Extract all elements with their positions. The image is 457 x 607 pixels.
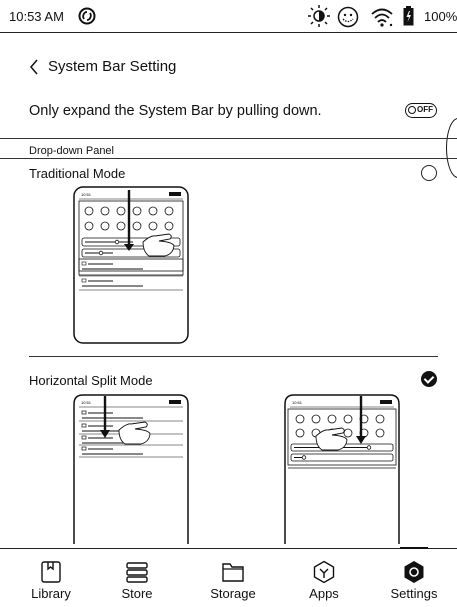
- settings-icon: [404, 561, 424, 583]
- radio-horizontal-split-mode[interactable]: [421, 371, 437, 387]
- section-label: Drop-down Panel: [29, 145, 114, 157]
- mode-label-horizontal-split: Horizontal Split Mode: [29, 373, 153, 388]
- mode-label-traditional: Traditional Mode: [29, 166, 126, 181]
- folder-icon: [222, 563, 244, 582]
- battery-icon: [403, 6, 414, 26]
- nav-item-storage[interactable]: Storage: [193, 549, 273, 607]
- svg-text:10:51: 10:51: [292, 400, 303, 405]
- toggle-knob: [408, 106, 416, 114]
- bottom-nav: Library Store Storage Apps Settings: [0, 547, 457, 607]
- svg-text:10:51: 10:51: [81, 400, 92, 405]
- nfc-icon: [78, 7, 96, 25]
- nav-item-apps[interactable]: Apps: [284, 549, 364, 607]
- edge-handle[interactable]: [446, 118, 457, 178]
- nav-label-store: Store: [121, 586, 153, 601]
- radio-traditional-mode[interactable]: [421, 165, 437, 181]
- divider: [29, 356, 438, 357]
- nav-label-library: Library: [31, 586, 71, 601]
- expand-toggle[interactable]: OFF: [405, 103, 437, 118]
- nav-label-settings: Settings: [390, 586, 438, 601]
- page-title: System Bar Setting: [48, 58, 177, 75]
- status-bar: 10:53 AM 100%: [0, 0, 457, 33]
- status-time: 10:53 AM: [9, 9, 64, 24]
- divider: [0, 138, 457, 139]
- battery-percentage: 100%: [424, 9, 457, 24]
- library-icon: [41, 561, 61, 583]
- brightness-icon[interactable]: [307, 4, 331, 28]
- apps-icon: [313, 560, 335, 584]
- nav-label-storage: Storage: [210, 586, 256, 601]
- svg-text:10:51: 10:51: [81, 192, 92, 197]
- horizontal-split-right-illustration: 10:51: [284, 394, 400, 544]
- nav-label-apps: Apps: [309, 586, 339, 601]
- traditional-mode-illustration: 10:51: [73, 186, 189, 344]
- nav-item-settings[interactable]: Settings: [374, 549, 454, 607]
- horizontal-split-left-illustration: 10:51: [73, 394, 189, 544]
- toggle-state-text: OFF: [417, 105, 433, 114]
- expand-setting-label: Only expand the System Bar by pulling do…: [29, 103, 322, 119]
- chevron-left-icon[interactable]: [29, 59, 39, 75]
- wifi-icon[interactable]: [370, 6, 394, 28]
- nav-item-store[interactable]: Store: [97, 549, 177, 607]
- emoji-icon[interactable]: [337, 6, 359, 28]
- divider: [0, 158, 457, 159]
- store-icon: [126, 562, 148, 583]
- nav-item-library[interactable]: Library: [11, 549, 91, 607]
